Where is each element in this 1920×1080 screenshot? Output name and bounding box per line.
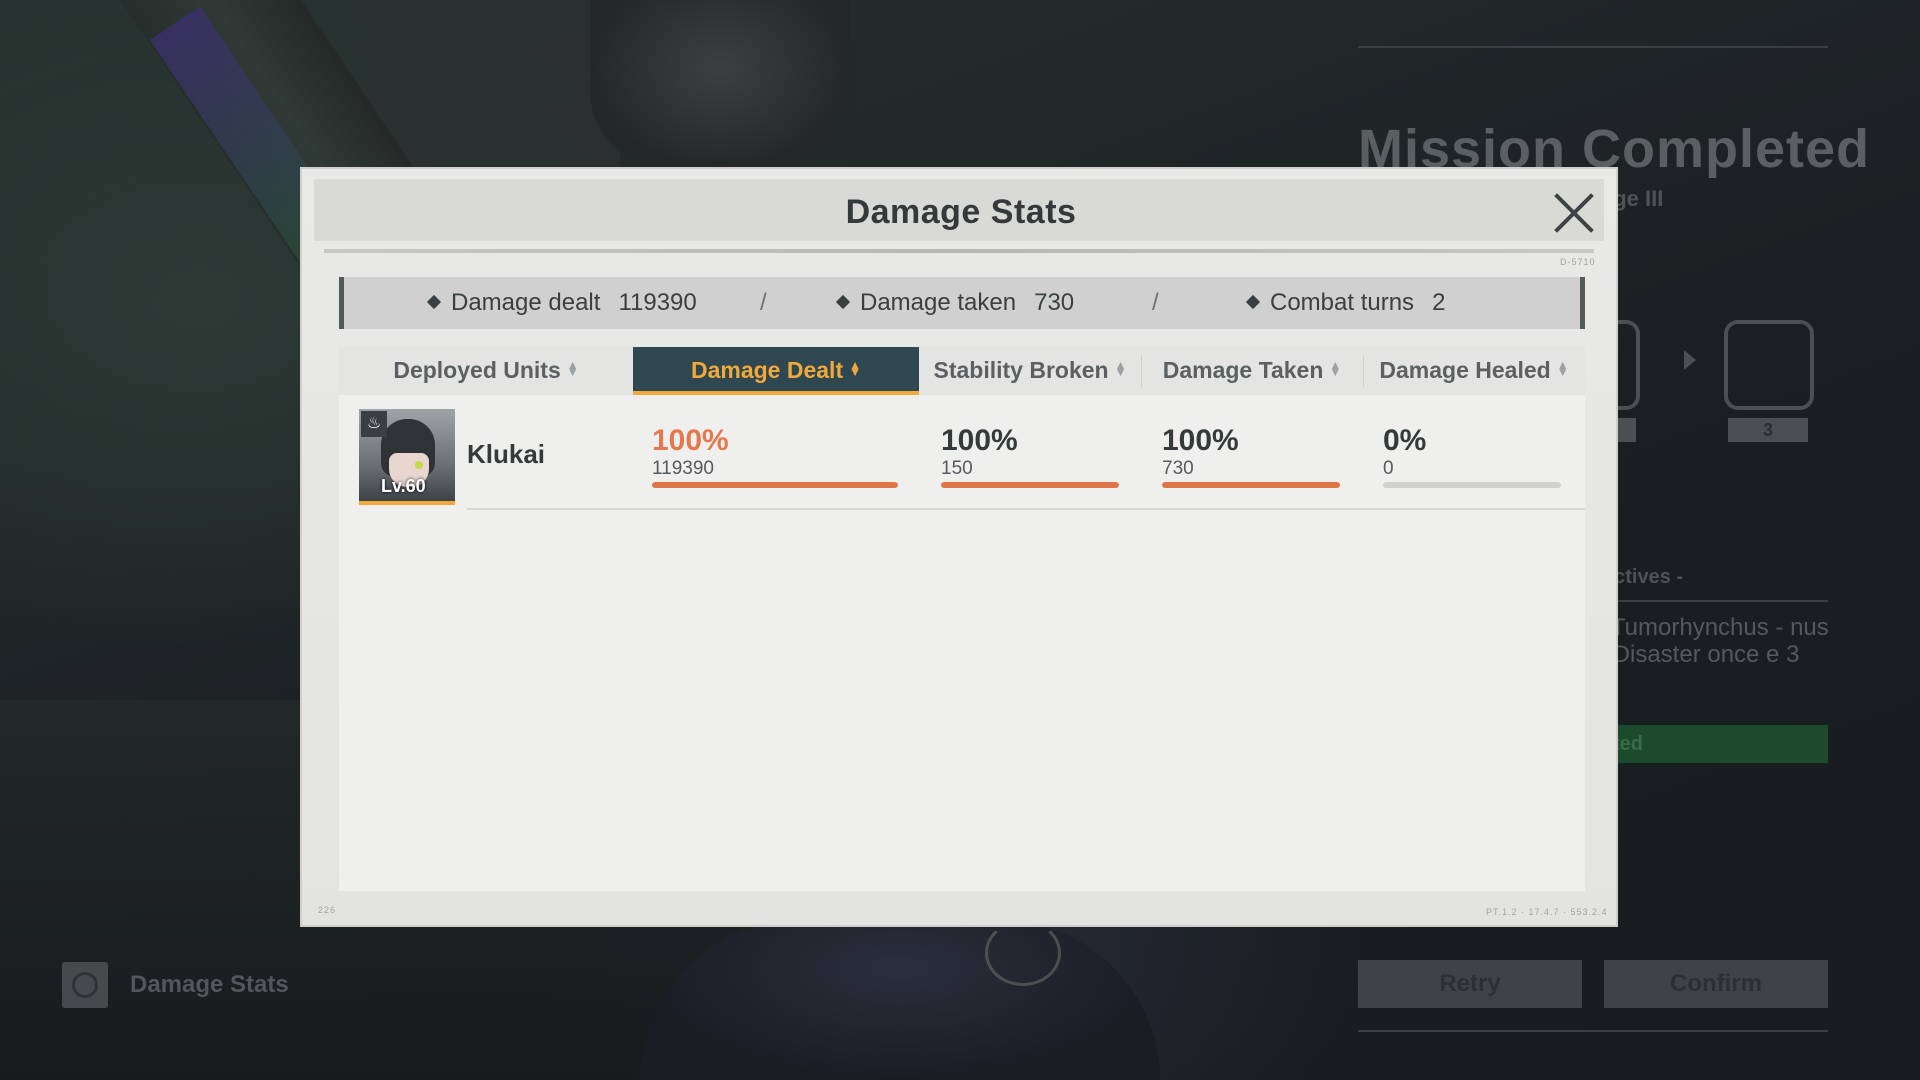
arrow-icon	[1684, 350, 1696, 370]
stability-broken-bar	[941, 482, 1119, 488]
unit-level: Lv.60	[381, 476, 426, 496]
diamond-icon	[1245, 294, 1261, 310]
damage-dealt-percent: 100%	[652, 424, 729, 457]
combat-turns-summary: Combat turns 2	[1245, 289, 1445, 317]
damage-taken-value: 730	[1162, 458, 1194, 479]
rank-number: 3	[1728, 418, 1808, 442]
bg-mech	[640, 920, 1160, 1080]
summary-bar: Damage dealt 119390 / Damage taken 730 / C…	[339, 277, 1585, 329]
damage-stats-shortcut-label: Damage Stats	[130, 971, 289, 998]
damage-stats-icon	[62, 962, 108, 1008]
damage-stats-shortcut[interactable]: Damage Stats	[62, 962, 289, 1008]
tab-damage-taken[interactable]: Damage Taken ▲ ▼	[1141, 347, 1363, 395]
separator: /	[1152, 289, 1159, 316]
damage-dealt-bar	[652, 482, 898, 488]
divider	[1358, 1030, 1828, 1032]
decor-code: D-5710	[1560, 257, 1596, 267]
tab-bar: Deployed Units ▲ ▼ Damage Dealt ▲ ▼ Stabilit…	[339, 347, 1585, 395]
retry-button[interactable]: Retry	[1358, 960, 1582, 1008]
rank-icon-prev	[1616, 320, 1640, 410]
sort-icon: ▲ ▼	[849, 358, 861, 379]
close-icon[interactable]	[1552, 191, 1596, 235]
rank-number-prev	[1616, 418, 1636, 442]
separator: /	[760, 289, 767, 316]
sort-icon: ▲ ▼	[1329, 358, 1342, 379]
rank-shield-icon	[1724, 320, 1814, 410]
damage-taken-percent: 100%	[1162, 424, 1239, 457]
damage-dealt-bar-fill	[652, 482, 898, 488]
row-divider	[467, 508, 1585, 510]
unit-row[interactable]: ♨ Lv.60 Klukai 100% 119390 100% 150 100%…	[339, 409, 1585, 510]
avatar: ♨ Lv.60	[359, 409, 455, 505]
sort-icon: ▲ ▼	[1556, 358, 1569, 379]
damage-taken-stat: 100% 730	[1162, 425, 1239, 479]
damage-dealt-summary: Damage dealt 119390	[426, 289, 697, 317]
stats-table: Deployed Units ▲ ▼ Damage Dealt ▲ ▼ Stabilit…	[339, 347, 1585, 891]
stability-broken-stat: 100% 150	[941, 425, 1018, 479]
bg-robot	[590, 0, 850, 170]
damage-healed-bar	[1383, 482, 1561, 488]
stability-broken-value: 150	[941, 458, 973, 479]
objective-text: : Tumorhynchus - nus - Disaster once e 3	[1598, 614, 1829, 668]
decor-code: 226	[318, 905, 337, 915]
damage-taken-bar-fill	[1162, 482, 1340, 488]
tab-stability-broken[interactable]: Stability Broken ▲ ▼	[919, 347, 1141, 395]
damage-healed-value: 0	[1383, 458, 1394, 479]
damage-healed-percent: 0%	[1383, 424, 1427, 457]
faction-icon: ♨	[361, 411, 387, 437]
tab-deployed-units[interactable]: Deployed Units ▲ ▼	[339, 347, 633, 395]
avatar-eye	[415, 461, 423, 469]
tab-damage-healed[interactable]: Damage Healed ▲ ▼	[1363, 347, 1585, 395]
confirm-button[interactable]: Confirm	[1604, 960, 1828, 1008]
tab-damage-dealt[interactable]: Damage Dealt ▲ ▼	[633, 347, 919, 395]
divider	[1358, 46, 1828, 48]
damage-taken-summary: Damage taken 730	[835, 289, 1074, 317]
sort-icon: ▲ ▼	[566, 358, 579, 379]
dialog-title: Damage Stats	[845, 193, 1077, 231]
damage-dealt-value: 119390	[652, 458, 714, 479]
unit-name: Klukai	[467, 439, 546, 469]
damage-stats-dialog: Damage Stats D-5710 PT.1.2 · 17.4.7 · 55…	[300, 167, 1618, 927]
header-divider	[324, 249, 1594, 253]
diamond-icon	[426, 294, 442, 310]
damage-healed-stat: 0% 0	[1383, 425, 1426, 479]
diamond-icon	[835, 294, 851, 310]
decor-code: PT.1.2 · 17.4.7 · 553.2.4	[1486, 907, 1608, 917]
stability-broken-percent: 100%	[941, 424, 1018, 457]
sort-icon: ▲ ▼	[1114, 358, 1127, 379]
bg-ring	[985, 920, 1061, 986]
damage-dealt-stat: 100% 119390	[652, 425, 729, 479]
stability-broken-bar-fill	[941, 482, 1119, 488]
damage-taken-bar	[1162, 482, 1340, 488]
